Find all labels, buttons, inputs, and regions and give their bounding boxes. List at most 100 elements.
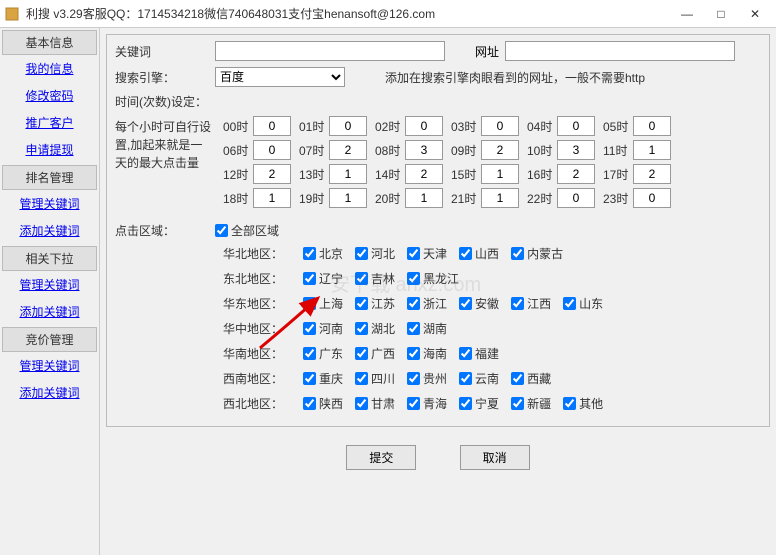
hour-input[interactable] bbox=[557, 188, 595, 208]
engine-hint: 添加在搜索引擎肉眼看到的网址，一般不需要http bbox=[385, 69, 645, 86]
hour-input[interactable] bbox=[253, 188, 291, 208]
hour-input[interactable] bbox=[557, 140, 595, 160]
region-checkbox[interactable]: 湖北 bbox=[355, 320, 395, 337]
sidebar-link[interactable]: 申请提现 bbox=[2, 136, 97, 163]
hour-input[interactable] bbox=[405, 164, 443, 184]
hour-input[interactable] bbox=[481, 116, 519, 136]
sidebar-link[interactable]: 管理关键词 bbox=[2, 352, 97, 379]
sidebar-link[interactable]: 管理关键词 bbox=[2, 271, 97, 298]
maximize-button[interactable]: □ bbox=[704, 2, 738, 26]
engine-label: 搜索引擎： bbox=[113, 69, 215, 86]
hour-input[interactable] bbox=[253, 116, 291, 136]
hour-label: 00时 bbox=[223, 118, 253, 135]
region-checkbox[interactable]: 山东 bbox=[563, 295, 603, 312]
region-checkbox[interactable]: 四川 bbox=[355, 370, 395, 387]
region-checkbox[interactable]: 安徽 bbox=[459, 295, 499, 312]
region-checkbox[interactable]: 内蒙古 bbox=[511, 245, 563, 262]
hour-input[interactable] bbox=[481, 164, 519, 184]
hour-input[interactable] bbox=[633, 164, 671, 184]
region-checkbox[interactable]: 吉林 bbox=[355, 270, 395, 287]
hour-label: 22时 bbox=[527, 190, 557, 207]
hour-label: 20时 bbox=[375, 190, 405, 207]
region-checkbox[interactable]: 黑龙江 bbox=[407, 270, 459, 287]
hour-label: 13时 bbox=[299, 166, 329, 183]
region-checkbox[interactable]: 重庆 bbox=[303, 370, 343, 387]
hour-input[interactable] bbox=[329, 140, 367, 160]
sidebar-link[interactable]: 添加关键词 bbox=[2, 379, 97, 406]
hour-label: 21时 bbox=[451, 190, 481, 207]
hour-input[interactable] bbox=[405, 116, 443, 136]
hour-input[interactable] bbox=[253, 164, 291, 184]
region-group-label: 华南地区： bbox=[223, 345, 303, 362]
hour-label: 19时 bbox=[299, 190, 329, 207]
region-checkbox[interactable]: 广西 bbox=[355, 345, 395, 362]
hour-input[interactable] bbox=[253, 140, 291, 160]
region-checkbox[interactable]: 河北 bbox=[355, 245, 395, 262]
region-checkbox[interactable]: 云南 bbox=[459, 370, 499, 387]
hour-label: 23时 bbox=[603, 190, 633, 207]
region-checkbox[interactable]: 宁夏 bbox=[459, 395, 499, 412]
hour-input[interactable] bbox=[633, 188, 671, 208]
keyword-input[interactable] bbox=[215, 41, 445, 61]
hour-label: 04时 bbox=[527, 118, 557, 135]
hour-input[interactable] bbox=[329, 188, 367, 208]
hour-input[interactable] bbox=[405, 140, 443, 160]
app-icon bbox=[4, 6, 20, 22]
sidebar-link[interactable]: 管理关键词 bbox=[2, 190, 97, 217]
hour-input[interactable] bbox=[557, 164, 595, 184]
region-checkbox[interactable]: 甘肃 bbox=[355, 395, 395, 412]
region-checkbox[interactable]: 青海 bbox=[407, 395, 447, 412]
region-checkbox[interactable]: 浙江 bbox=[407, 295, 447, 312]
hour-input[interactable] bbox=[481, 188, 519, 208]
region-checkbox[interactable]: 上海 bbox=[303, 295, 343, 312]
hour-label: 18时 bbox=[223, 190, 253, 207]
url-input[interactable] bbox=[505, 41, 735, 61]
cancel-button[interactable]: 取消 bbox=[460, 445, 530, 470]
hour-label: 11时 bbox=[603, 142, 633, 159]
close-button[interactable]: ✕ bbox=[738, 2, 772, 26]
hour-input[interactable] bbox=[329, 164, 367, 184]
minimize-button[interactable]: — bbox=[670, 2, 704, 26]
region-checkbox[interactable]: 福建 bbox=[459, 345, 499, 362]
region-checkbox[interactable]: 广东 bbox=[303, 345, 343, 362]
region-checkbox[interactable]: 西藏 bbox=[511, 370, 551, 387]
sidebar-link[interactable]: 添加关键词 bbox=[2, 217, 97, 244]
hour-label: 07时 bbox=[299, 142, 329, 159]
region-group-label: 东北地区： bbox=[223, 270, 303, 287]
region-checkbox[interactable]: 辽宁 bbox=[303, 270, 343, 287]
region-checkbox[interactable]: 北京 bbox=[303, 245, 343, 262]
hour-input[interactable] bbox=[481, 140, 519, 160]
hour-input[interactable] bbox=[557, 116, 595, 136]
region-checkbox[interactable]: 海南 bbox=[407, 345, 447, 362]
titlebar: 利搜 v3.29客服QQ：1714534218微信740648031支付宝hen… bbox=[0, 0, 776, 28]
keyword-label: 关键词 bbox=[113, 43, 215, 60]
region-checkbox[interactable]: 江苏 bbox=[355, 295, 395, 312]
window-title: 利搜 v3.29客服QQ：1714534218微信740648031支付宝hen… bbox=[26, 5, 670, 22]
hour-input[interactable] bbox=[329, 116, 367, 136]
sidebar-header: 竞价管理 bbox=[2, 327, 97, 352]
engine-select[interactable]: 百度 bbox=[215, 67, 345, 87]
region-checkbox[interactable]: 天津 bbox=[407, 245, 447, 262]
hour-label: 08时 bbox=[375, 142, 405, 159]
hour-input[interactable] bbox=[633, 116, 671, 136]
time-desc: 每个小时可自行设置,加起来就是一天的最大点击量 bbox=[113, 116, 215, 174]
hour-label: 14时 bbox=[375, 166, 405, 183]
sidebar-link[interactable]: 修改密码 bbox=[2, 82, 97, 109]
sidebar-link[interactable]: 我的信息 bbox=[2, 55, 97, 82]
hour-label: 09时 bbox=[451, 142, 481, 159]
all-region-checkbox[interactable]: 全部区域 bbox=[215, 222, 279, 239]
submit-button[interactable]: 提交 bbox=[346, 445, 416, 470]
region-checkbox[interactable]: 新疆 bbox=[511, 395, 551, 412]
region-checkbox[interactable]: 其他 bbox=[563, 395, 603, 412]
region-checkbox[interactable]: 贵州 bbox=[407, 370, 447, 387]
region-checkbox[interactable]: 江西 bbox=[511, 295, 551, 312]
time-grid: 00时01时02时03时04时05时06时07时08时09时10时11时12时1… bbox=[223, 116, 763, 208]
sidebar-link[interactable]: 添加关键词 bbox=[2, 298, 97, 325]
region-checkbox[interactable]: 河南 bbox=[303, 320, 343, 337]
region-checkbox[interactable]: 山西 bbox=[459, 245, 499, 262]
hour-input[interactable] bbox=[633, 140, 671, 160]
region-checkbox[interactable]: 陕西 bbox=[303, 395, 343, 412]
region-checkbox[interactable]: 湖南 bbox=[407, 320, 447, 337]
hour-input[interactable] bbox=[405, 188, 443, 208]
sidebar-link[interactable]: 推广客户 bbox=[2, 109, 97, 136]
